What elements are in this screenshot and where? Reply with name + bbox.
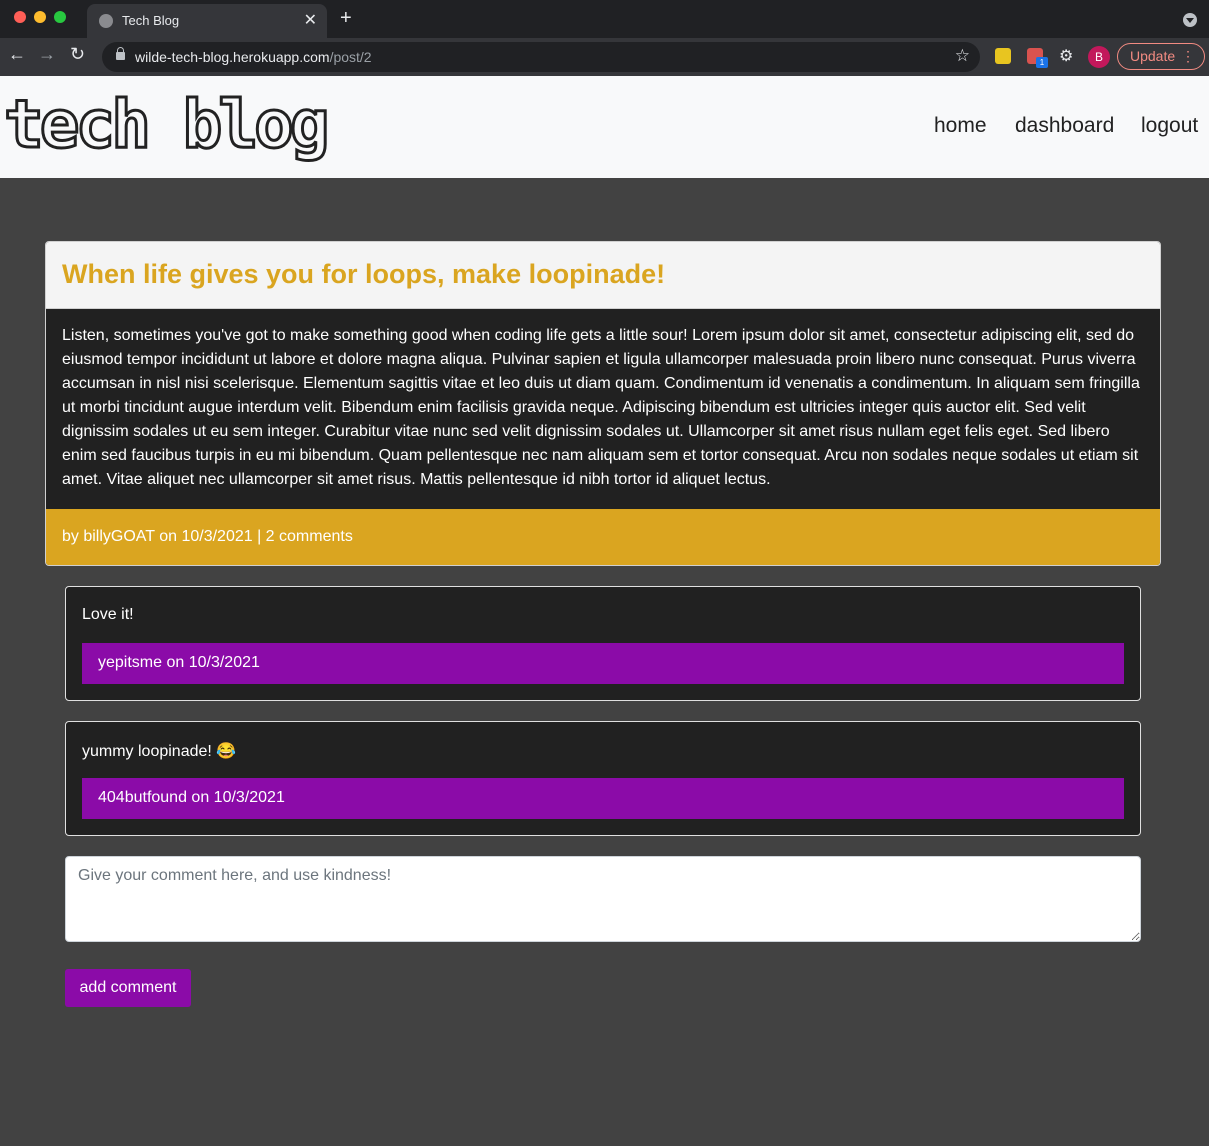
reload-icon[interactable]: ↻ [70, 44, 85, 65]
bookmark-star-icon[interactable]: ☆ [955, 46, 970, 66]
url-path: /post/2 [329, 49, 372, 65]
url-domain: wilde-tech-blog.herokuapp.com [135, 49, 330, 65]
update-button[interactable]: Update ⋮ [1117, 43, 1205, 70]
profile-avatar[interactable]: B [1088, 46, 1110, 68]
comment-meta: 404butfound on 10/3/2021 [82, 778, 1124, 819]
comment-card: yummy loopinade! 😂 404butfound on 10/3/2… [65, 721, 1141, 836]
forward-arrow-icon[interactable]: → [38, 44, 56, 65]
extension-badge: 1 [1036, 57, 1048, 68]
comment-card: Love it! yepitsme on 10/3/2021 [65, 586, 1141, 701]
tab-search-icon[interactable] [1183, 13, 1197, 27]
tab-title: Tech Blog [122, 13, 180, 28]
post-header: When life gives you for loops, make loop… [46, 242, 1160, 309]
back-arrow-icon[interactable]: ← [8, 44, 26, 65]
update-label: Update [1130, 48, 1176, 64]
new-tab-button[interactable]: + [340, 7, 352, 30]
comment-text: Love it! [82, 606, 134, 623]
extensions-puzzle-icon[interactable]: ⚙ [1059, 46, 1073, 66]
post-title: When life gives you for loops, make loop… [62, 259, 666, 289]
window-maximize-button[interactable] [54, 11, 66, 23]
browser-tab[interactable]: Tech Blog ✕ [87, 4, 327, 38]
window-minimize-button[interactable] [34, 11, 46, 23]
post-footer: by billyGOAT on 10/3/2021 | 2 comments [46, 509, 1160, 565]
extension-icon[interactable] [995, 48, 1011, 64]
close-tab-icon[interactable]: ✕ [304, 10, 317, 30]
lock-icon [116, 47, 125, 60]
address-bar[interactable]: wilde-tech-blog.herokuapp.com/post/2 ☆ [102, 42, 980, 72]
browser-toolbar: ← → ↻ wilde-tech-blog.herokuapp.com/post… [0, 38, 1209, 76]
more-menu-icon[interactable]: ⋮ [1181, 44, 1195, 69]
post-card: When life gives you for loops, make loop… [45, 241, 1161, 566]
comment-meta: yepitsme on 10/3/2021 [82, 643, 1124, 684]
comment-text: yummy loopinade! 😂 [82, 743, 237, 760]
post-body: Listen, sometimes you've got to make som… [46, 309, 1160, 509]
globe-icon [99, 14, 113, 28]
nav-home[interactable]: home [934, 114, 987, 138]
window-close-button[interactable] [14, 11, 26, 23]
browser-tab-bar: Tech Blog ✕ + [0, 0, 1209, 38]
site-header: tech blog home dashboard logout [0, 76, 1209, 178]
url-text: wilde-tech-blog.herokuapp.com/post/2 [135, 49, 372, 65]
nav-dashboard[interactable]: dashboard [1015, 114, 1114, 138]
nav-logout[interactable]: logout [1141, 114, 1198, 138]
comment-input[interactable] [65, 856, 1141, 942]
add-comment-button[interactable]: add comment [65, 969, 191, 1007]
site-logo[interactable]: tech blog [3, 84, 332, 166]
